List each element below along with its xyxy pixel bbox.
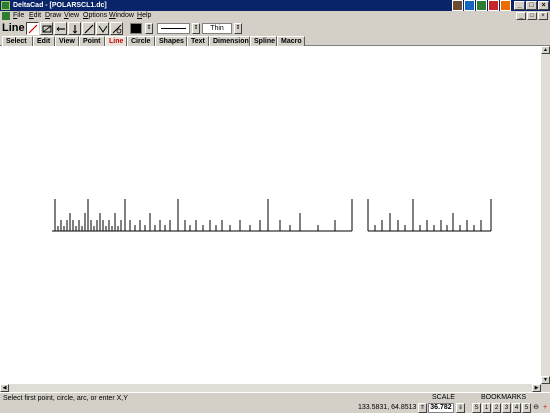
command-prompt: Select first point, circle, arc, or ente…: [3, 395, 128, 402]
taskbar-excel-icon[interactable]: [476, 0, 487, 11]
scroll-right-button[interactable]: ▶: [532, 384, 541, 392]
scroll-down-button[interactable]: ▼: [541, 376, 550, 384]
tab-macro[interactable]: Macro: [277, 36, 305, 46]
tab-spline[interactable]: Spline: [250, 36, 277, 46]
doc-restore-button[interactable]: □: [527, 12, 537, 20]
status-bar: Select first point, circle, arc, or ente…: [0, 392, 550, 413]
tab-circle[interactable]: Circle: [127, 36, 155, 46]
minimize-button[interactable]: _: [514, 1, 525, 10]
polyline-button[interactable]: [96, 22, 109, 35]
tab-edit[interactable]: Edit: [33, 36, 55, 46]
title-bar: DeltaCad - [POLARSCL1.dc] _ □ ×: [0, 0, 550, 11]
taskbar-word-icon[interactable]: [464, 0, 475, 11]
drawing-surface[interactable]: [0, 46, 541, 384]
tangent-line-button[interactable]: [110, 22, 123, 35]
maximize-button[interactable]: □: [526, 1, 537, 10]
menu-help[interactable]: Help: [137, 11, 151, 21]
menu-window[interactable]: Window: [109, 11, 134, 21]
color-spin-button[interactable]: ⇕: [145, 23, 153, 34]
line-tool-icon: [28, 24, 38, 34]
tab-select[interactable]: Select: [2, 36, 33, 46]
scale-down-button[interactable]: ⇓: [456, 403, 465, 413]
doc-close-button[interactable]: ×: [538, 12, 548, 20]
toolbar: Line ⇕ ⇕ Thin ⇕: [0, 21, 550, 36]
angled-line-button[interactable]: [82, 22, 95, 35]
scroll-left-button[interactable]: ◀: [0, 384, 9, 392]
horizontal-line-button[interactable]: [54, 22, 67, 35]
mode-label: Line: [2, 22, 25, 34]
tab-line[interactable]: Line: [105, 36, 127, 46]
tab-view[interactable]: View: [55, 36, 79, 46]
mode-tabs: Select Edit View Point Line Circle Shape…: [0, 36, 550, 46]
doc-minimize-button[interactable]: _: [516, 12, 526, 20]
tab-dimension[interactable]: Dimension: [209, 36, 250, 46]
line-style-spin-button[interactable]: ⇕: [192, 23, 200, 34]
crosshair-icon: +: [542, 404, 548, 411]
angled-line-icon: [84, 24, 94, 34]
bookmark-save-button[interactable]: S: [472, 403, 481, 413]
menu-draw[interactable]: Draw: [45, 11, 61, 21]
polyline-icon: [98, 25, 108, 33]
taskbar-powerpoint-icon[interactable]: [500, 0, 511, 11]
menu-file[interactable]: File: [13, 11, 24, 21]
vertical-line-icon: [72, 25, 78, 34]
taskbar-access-icon[interactable]: [488, 0, 499, 11]
bookmark-4-button[interactable]: 4: [512, 403, 521, 413]
document-icon[interactable]: [2, 12, 10, 20]
cursor-coordinates: 133.5831, 64.8513: [358, 404, 417, 411]
line-width-spin-button[interactable]: ⇕: [234, 23, 242, 34]
menu-edit[interactable]: Edit: [29, 11, 41, 21]
tangent-line-icon: [112, 24, 122, 34]
drawing-canvas[interactable]: [0, 46, 541, 384]
rectangle-tool-button[interactable]: [40, 22, 53, 35]
scroll-up-button[interactable]: ▲: [541, 46, 550, 54]
menu-view[interactable]: View: [64, 11, 79, 21]
vertical-scrollbar[interactable]: ▲ ▼: [541, 46, 550, 384]
tab-shapes[interactable]: Shapes: [155, 36, 187, 46]
horizontal-scrollbar[interactable]: ◀ ▶: [0, 384, 541, 392]
scale-label: SCALE: [432, 394, 455, 401]
vertical-line-button[interactable]: [68, 22, 81, 35]
bookmark-3-button[interactable]: 3: [502, 403, 511, 413]
bookmark-1-button[interactable]: 1: [482, 403, 491, 413]
taskbar-app-icon[interactable]: [452, 0, 463, 11]
zoom-out-icon[interactable]: ⊖: [532, 404, 540, 412]
scale-value[interactable]: 36.782: [428, 403, 454, 413]
tab-text[interactable]: Text: [187, 36, 209, 46]
bookmarks-label: BOOKMARKS: [481, 394, 527, 401]
bookmark-2-button[interactable]: 2: [492, 403, 501, 413]
close-button[interactable]: ×: [538, 1, 549, 10]
app-icon[interactable]: [1, 1, 10, 10]
scale-up-button[interactable]: ⇑: [418, 403, 427, 413]
line-width-field[interactable]: Thin: [202, 23, 232, 34]
line-style-field[interactable]: [157, 23, 190, 34]
line-tool-button[interactable]: [26, 22, 39, 35]
rectangle-tool-icon: [42, 25, 52, 33]
color-swatch[interactable]: [130, 23, 142, 34]
menu-bar: File Edit Draw View Options Window Help …: [0, 11, 550, 21]
scrollbar-corner: [541, 384, 550, 392]
horizontal-line-icon: [56, 26, 65, 32]
tab-point[interactable]: Point: [79, 36, 105, 46]
bookmark-5-button[interactable]: 5: [522, 403, 531, 413]
window-title: DeltaCad - [POLARSCL1.dc]: [13, 2, 107, 9]
menu-options[interactable]: Options: [83, 11, 107, 21]
